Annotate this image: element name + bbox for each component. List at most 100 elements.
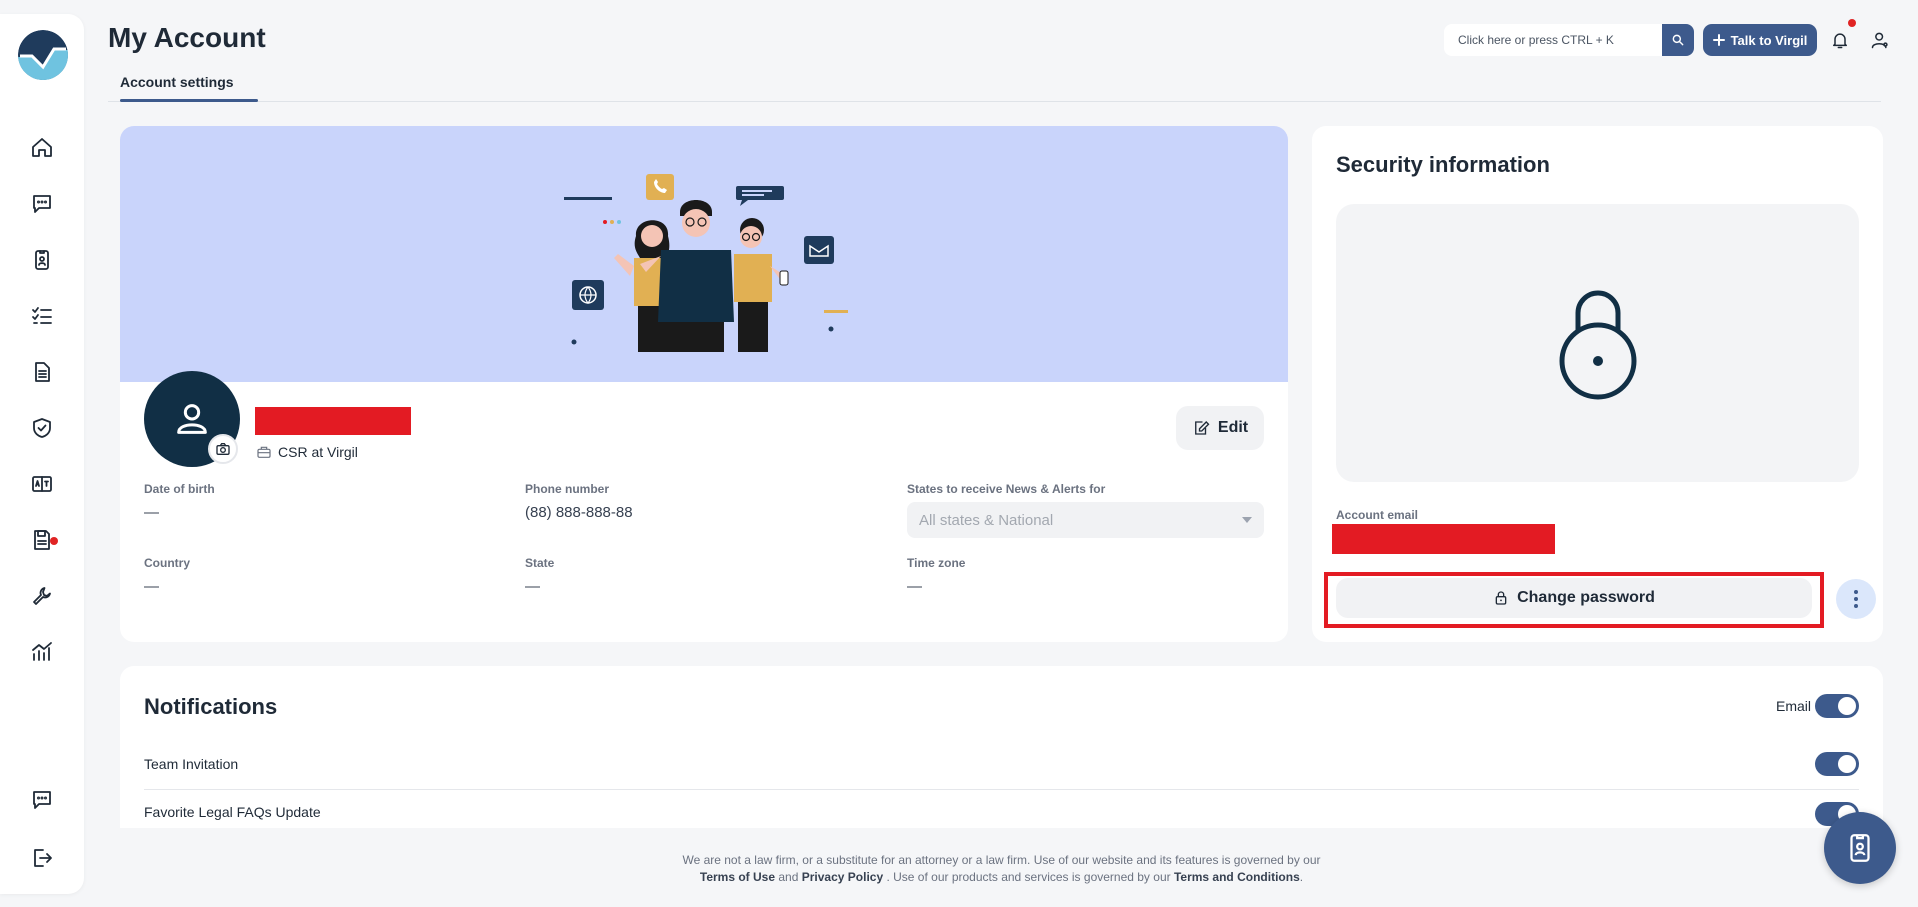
sidebar-item-checklist[interactable] <box>26 300 58 332</box>
footer-period: . <box>1299 870 1304 884</box>
chevron-down-icon <box>1242 517 1252 523</box>
talk-to-virgil-label: Talk to Virgil <box>1730 32 1808 48</box>
country-value: — <box>144 578 159 595</box>
wrench-icon <box>33 587 51 605</box>
change-photo-button[interactable] <box>208 434 238 464</box>
sidebar-item-translate[interactable] <box>26 468 58 500</box>
document-icon <box>35 362 50 382</box>
dob-label: Date of birth <box>144 482 215 496</box>
row-divider <box>144 789 1859 790</box>
redacted-name <box>255 407 411 435</box>
search-button[interactable] <box>1662 24 1694 56</box>
sidebar-item-tools[interactable] <box>26 580 58 612</box>
edit-icon <box>1194 421 1210 435</box>
lock-icon <box>1559 290 1636 400</box>
terms-of-use-link[interactable]: Terms of Use <box>700 870 775 884</box>
edit-profile-button[interactable]: Edit <box>1176 406 1264 450</box>
page-title: My Account <box>108 22 266 53</box>
notifications-title: Notifications <box>144 694 278 719</box>
user-role-label: CSR at Virgil <box>278 444 358 460</box>
terms-conditions-link[interactable]: Terms and Conditions <box>1174 870 1300 884</box>
user-role: CSR at Virgil <box>256 444 358 460</box>
kebab-dot-icon <box>1854 604 1858 608</box>
profile-banner <box>120 126 1288 382</box>
kebab-dot-icon <box>1854 590 1858 594</box>
notif-row-team-invitation: Team Invitation <box>144 756 239 772</box>
footer-and: and <box>778 870 799 884</box>
account-email-label: Account email <box>1336 508 1419 522</box>
notifications-card: Notifications Email Team Invitation Favo… <box>120 666 1883 828</box>
states-select-value: All states & National <box>919 511 1054 529</box>
chat-icon <box>33 195 51 213</box>
search-input[interactable] <box>1444 24 1664 56</box>
dob-value: — <box>144 504 159 521</box>
sidebar <box>0 14 84 894</box>
footer-disclaimer: We are not a law firm, or a substitute f… <box>682 853 1321 867</box>
phone-label: Phone number <box>525 482 610 496</box>
sidebar-item-chat[interactable] <box>26 188 58 220</box>
team-illustration <box>564 174 848 352</box>
email-column-label: Email <box>1776 698 1812 714</box>
timezone-value: — <box>907 578 922 595</box>
change-password-label: Change password <box>1517 589 1655 606</box>
home-icon <box>32 138 52 157</box>
tab-bar: Account settings <box>108 72 1881 102</box>
footer: We are not a law firm, or a substitute f… <box>120 852 1883 886</box>
privacy-policy-link[interactable]: Privacy Policy <box>802 870 883 884</box>
sidebar-item-logout[interactable] <box>26 842 58 874</box>
notifications-button[interactable] <box>1826 26 1854 54</box>
talk-to-virgil-button[interactable]: Talk to Virgil <box>1703 24 1817 56</box>
change-password-button[interactable]: Change password <box>1336 578 1812 618</box>
user-settings-icon <box>1871 32 1888 49</box>
bell-icon <box>1833 33 1847 49</box>
security-card: Security information Account email Chang… <box>1312 126 1883 642</box>
lock-panel <box>1336 204 1859 482</box>
tab-active-indicator <box>120 99 258 102</box>
book-translate-icon <box>32 476 52 492</box>
states-label: States to receive News & Alerts for <box>907 482 1106 496</box>
state-value: — <box>525 578 540 595</box>
sidebar-item-home[interactable] <box>26 132 58 164</box>
feedback-icon <box>33 791 51 809</box>
footer-line-2: Terms of Use and Privacy Policy . Use of… <box>120 869 1883 886</box>
search-icon <box>1672 34 1684 46</box>
notification-dot <box>50 537 58 545</box>
analytics-icon <box>32 642 52 661</box>
virgil-assistant-button[interactable] <box>1824 812 1896 884</box>
sidebar-item-id-badge[interactable] <box>26 244 58 276</box>
logo-icon <box>18 30 68 80</box>
timezone-label: Time zone <box>907 556 966 570</box>
redacted-email <box>1332 524 1555 554</box>
user-icon <box>177 404 207 434</box>
team-invitation-toggle[interactable] <box>1815 752 1859 776</box>
sidebar-item-shield[interactable] <box>26 412 58 444</box>
sidebar-item-feedback[interactable] <box>26 784 58 816</box>
edit-label: Edit <box>1217 419 1249 436</box>
footer-line2-mid: . Use of our products and services is go… <box>886 870 1171 884</box>
id-badge-icon <box>1850 834 1870 862</box>
logout-icon <box>34 849 52 867</box>
more-options-button[interactable] <box>1836 579 1876 619</box>
checklist-icon <box>32 307 52 324</box>
email-master-toggle[interactable] <box>1815 694 1859 718</box>
profile-card: CSR at Virgil Edit Date of birth — Phone… <box>120 126 1288 642</box>
sidebar-item-document[interactable] <box>26 356 58 388</box>
id-badge-icon <box>35 250 49 270</box>
sidebar-item-analytics[interactable] <box>26 636 58 668</box>
states-select[interactable]: All states & National <box>907 502 1264 538</box>
shield-check-icon <box>33 418 51 438</box>
security-title: Security information <box>1336 152 1550 177</box>
account-button[interactable] <box>1866 26 1894 54</box>
virgil-logo[interactable] <box>18 30 68 80</box>
kebab-dot-icon <box>1854 597 1858 601</box>
notif-row-legal-faqs: Favorite Legal FAQs Update <box>144 804 321 820</box>
plus-icon <box>1712 34 1725 46</box>
padlock-icon <box>1495 591 1507 605</box>
camera-icon <box>216 443 230 455</box>
state-label: State <box>525 556 555 570</box>
country-label: Country <box>144 556 190 570</box>
briefcase-icon <box>257 446 271 458</box>
bell-notification-dot <box>1848 19 1856 27</box>
phone-value: (88) 888-888-88 <box>525 504 633 521</box>
tab-account-settings[interactable]: Account settings <box>120 74 234 98</box>
